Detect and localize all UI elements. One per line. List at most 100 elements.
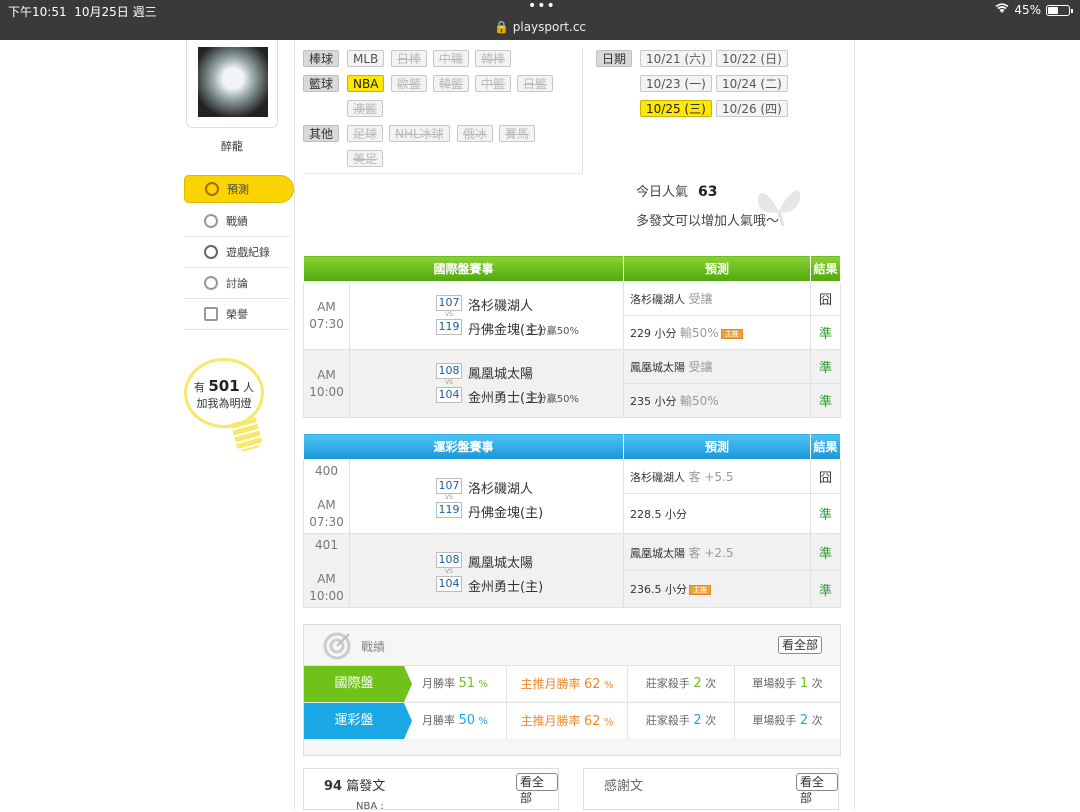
- filter-nbl[interactable]: 澳籃: [347, 100, 384, 117]
- result-mark: 準: [810, 315, 841, 350]
- away-score: 107: [436, 478, 462, 494]
- lottery-games-table: 運彩盤賽事 預測 結果 400 AM 07:30 107 VS 119 洛杉磯湖人 …: [303, 433, 841, 608]
- thanks-panel: 感謝文 看全部: [583, 768, 839, 810]
- filter-horse[interactable]: 賽馬: [499, 125, 536, 142]
- filter-nfl[interactable]: 美足: [347, 150, 384, 167]
- banker-killer: 莊家殺手 2 次: [627, 702, 734, 739]
- game-time: AM 07:30: [303, 281, 350, 350]
- vs-label: VS: [445, 568, 453, 575]
- sidebar-item-label: 討論: [226, 277, 248, 290]
- result-mark: 囧: [810, 459, 841, 494]
- home-score: 104: [436, 576, 462, 592]
- avatar[interactable]: [198, 47, 268, 117]
- medal-icon: [204, 307, 218, 321]
- prediction-total: 228.5 小分: [623, 493, 811, 534]
- filter-euro-basket[interactable]: 歐籃: [391, 75, 428, 92]
- lottery-header-pred: 預測: [623, 433, 811, 460]
- filter-kbo[interactable]: 韓棒: [475, 50, 512, 67]
- main-pick-badge: 主推: [689, 585, 711, 595]
- record-view-all-button[interactable]: 看全部: [778, 636, 823, 654]
- filter-sbl[interactable]: 中籃: [475, 75, 512, 92]
- filter-bleague[interactable]: 日籃: [517, 75, 554, 92]
- url-bar[interactable]: 🔒 playsport.cc: [0, 20, 1080, 34]
- sidebar-item-label: 榮譽: [226, 308, 248, 321]
- sidebar-item-discuss[interactable]: 討論: [184, 268, 290, 299]
- game-matchup[interactable]: 107 VS 119 洛杉磯湖人 丹佛金塊(主) 5 分贏50%: [349, 281, 624, 350]
- handicap-odds: 3 分贏50%: [527, 394, 579, 405]
- prediction-spread: 鳳凰城太陽 受讓: [623, 349, 811, 384]
- filter-nba[interactable]: NBA: [347, 75, 385, 92]
- game-time: 401 AM 10:00: [303, 533, 350, 608]
- date-1025[interactable]: 10/25 (三): [640, 100, 712, 117]
- post-title[interactable]: NBA :: [356, 801, 384, 812]
- category-date: 日期: [596, 50, 633, 67]
- filter-nhl[interactable]: NHL冰球: [389, 125, 450, 142]
- home-team: 丹佛金塊(主): [468, 506, 544, 521]
- thanks-view-all-button[interactable]: 看全部: [796, 773, 838, 805]
- filter-npb[interactable]: 日棒: [391, 50, 428, 67]
- sidebar-nav: 預測 戰績 遊戲紀錄 討論 榮譽: [184, 175, 294, 330]
- filter-soccer[interactable]: 足球: [347, 125, 384, 142]
- game-matchup[interactable]: 107 VS 119 洛杉磯湖人 丹佛金塊(主): [349, 459, 624, 534]
- table-row: AM 07:30 107 VS 119 洛杉磯湖人 丹佛金塊(主) 5 分贏50%…: [303, 281, 841, 350]
- status-bar: 下午10:51 10月25日 週三 ••• 🔒 playsport.cc 45%: [0, 0, 1080, 40]
- posts-panel: 94 篇發文 看全部 NBA :: [303, 768, 559, 812]
- discuss-icon: [204, 276, 218, 290]
- date-1022[interactable]: 10/22 (日): [716, 50, 788, 67]
- username[interactable]: 醉龍: [186, 138, 278, 154]
- main-monthly-winrate: 主推月勝率 62 %: [506, 665, 627, 702]
- sidebar-item-predict[interactable]: 預測: [184, 175, 294, 203]
- popularity-label: 今日人氣: [636, 185, 689, 200]
- posts-view-all-button[interactable]: 看全部: [516, 773, 558, 805]
- prediction-spread: 鳳凰城太陽 客 +2.5: [623, 533, 811, 571]
- fans-count: 501: [208, 377, 240, 395]
- filter-cpbl[interactable]: 中職: [433, 50, 470, 67]
- fans-cta: 加我為明燈: [196, 397, 252, 410]
- date-1024[interactable]: 10/24 (二): [716, 75, 788, 92]
- wifi-icon: [995, 3, 1009, 17]
- vs-label: VS: [445, 311, 453, 318]
- bulb-icon: [230, 417, 264, 453]
- record-label: 運彩盤: [304, 702, 412, 739]
- battery-icon: [1046, 4, 1073, 16]
- table-row: 401 AM 10:00 108 VS 104 鳳凰城太陽 金州勇士(主) 鳳凰城太…: [303, 533, 841, 608]
- home-team: 金州勇士(主): [468, 580, 544, 595]
- sidebar-item-honor[interactable]: 榮譽: [184, 299, 290, 330]
- filter-underline: [303, 173, 583, 174]
- date-1026[interactable]: 10/26 (四): [716, 100, 788, 117]
- record-icon: [204, 245, 218, 259]
- lottery-header-result: 結果: [810, 433, 841, 460]
- date-1021[interactable]: 10/21 (六): [640, 50, 712, 67]
- filter-khl[interactable]: 俄冰: [457, 125, 494, 142]
- prediction-spread: 洛杉磯湖人 受讓: [623, 281, 811, 316]
- intl-header-row: 國際盤賽事 預測 結果: [303, 255, 841, 282]
- prediction-total: 236.5 小分 主推: [623, 570, 811, 608]
- date-1023[interactable]: 10/23 (一): [640, 75, 712, 92]
- game-matchup[interactable]: 108 VS 104 鳳凰城太陽 金州勇士(主): [349, 533, 624, 608]
- result-mark: 準: [810, 570, 841, 608]
- status-time: 下午10:51 10月25日 週三: [8, 5, 157, 19]
- battery-percent: 45%: [1014, 3, 1041, 17]
- filter-kbl[interactable]: 韓籃: [433, 75, 470, 92]
- record-row-lottery: 運彩盤 月勝率 50 % 主推月勝率 62 % 莊家殺手 2 次 單場殺手 2 …: [304, 702, 840, 739]
- record-row-intl: 國際盤 月勝率 51 % 主推月勝率 62 % 莊家殺手 2 次 單場殺手 1 …: [304, 665, 840, 702]
- result-mark: 準: [810, 533, 841, 571]
- intl-header-pred: 預測: [623, 255, 811, 282]
- game-time: 400 AM 07:30: [303, 459, 350, 534]
- popularity-value: 63: [698, 184, 718, 200]
- main-pick-badge: 主推: [720, 329, 743, 339]
- single-killer: 單場殺手 2 次: [734, 702, 840, 739]
- game-matchup[interactable]: 108 VS 104 鳳凰城太陽 金州勇士(主) 3 分贏50%: [349, 349, 624, 418]
- sidebar-item-game-log[interactable]: 遊戲紀錄: [184, 237, 290, 268]
- sidebar-item-label: 戰績: [226, 215, 248, 228]
- result-mark: 準: [810, 383, 841, 418]
- record-label: 國際盤: [304, 665, 412, 702]
- table-row: AM 10:00 108 VS 104 鳳凰城太陽 金州勇士(主) 3 分贏50%…: [303, 349, 841, 418]
- record-panel: 戰績 看全部 國際盤 月勝率 51 % 主推月勝率 62 % 莊家殺手 2 次 …: [303, 624, 841, 756]
- tab-dots[interactable]: •••: [528, 0, 556, 14]
- filter-mlb[interactable]: MLB: [347, 50, 385, 67]
- monthly-winrate: 月勝率 51 %: [421, 675, 489, 691]
- result-mark: 準: [810, 349, 841, 384]
- record-header: 戰績 看全部: [304, 625, 840, 665]
- sidebar-item-record[interactable]: 戰績: [184, 206, 290, 237]
